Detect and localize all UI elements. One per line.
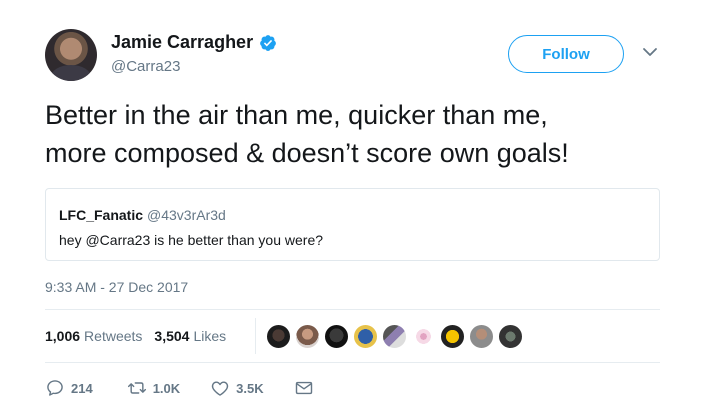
- likes-count[interactable]: 3,504: [154, 328, 189, 344]
- tweet-text-line-1: Better in the air than me, quicker than …: [45, 100, 548, 130]
- reply-count: 214: [71, 380, 93, 396]
- author-name-row: Jamie Carragher: [111, 32, 277, 53]
- quoted-tweet-header: LFC_Fanatic @43v3rAr3d: [59, 207, 226, 223]
- liker-avatar-1[interactable]: [265, 323, 292, 350]
- heart-icon: [211, 381, 229, 396]
- like-count: 3.5K: [236, 380, 264, 396]
- tweet-actions: 214 1.0K 3.5K: [45, 378, 314, 398]
- direct-message-button[interactable]: [294, 378, 314, 398]
- follow-button[interactable]: Follow: [508, 35, 624, 73]
- liker-avatar-5[interactable]: [381, 323, 408, 350]
- tweet-text-line-2: more composed & doesn’t score own goals!: [45, 138, 569, 168]
- reply-icon: [47, 380, 63, 396]
- liker-avatar-6[interactable]: [410, 323, 437, 350]
- divider: [45, 362, 660, 363]
- liker-avatar-8[interactable]: [468, 323, 495, 350]
- liker-avatar-2[interactable]: [294, 323, 321, 350]
- envelope-icon: [295, 381, 312, 395]
- quoted-author-name: LFC_Fanatic: [59, 207, 144, 223]
- author-avatar[interactable]: [45, 29, 97, 81]
- reply-button[interactable]: 214: [45, 378, 93, 398]
- likes-label[interactable]: Likes: [193, 328, 226, 344]
- like-button[interactable]: 3.5K: [210, 378, 264, 398]
- quoted-tweet[interactable]: LFC_Fanatic @43v3rAr3d hey @Carra23 is he…: [45, 188, 660, 261]
- liker-avatars: [265, 323, 524, 350]
- liker-avatar-4[interactable]: [352, 323, 379, 350]
- chevron-down-icon[interactable]: [642, 46, 658, 58]
- author-name[interactable]: Jamie Carragher: [111, 32, 253, 53]
- verified-badge-icon: [260, 34, 276, 51]
- tweet-stats: 1,006 Retweets 3,504 Likes: [45, 328, 226, 344]
- retweets-count[interactable]: 1,006: [45, 328, 80, 344]
- divider: [45, 309, 660, 310]
- tweet-timestamp[interactable]: 9:33 AM - 27 Dec 2017: [45, 279, 188, 295]
- liker-avatar-3[interactable]: [323, 323, 350, 350]
- liker-avatar-7[interactable]: [439, 323, 466, 350]
- retweet-button[interactable]: 1.0K: [127, 378, 180, 398]
- tweet-text: Better in the air than me, quicker than …: [45, 96, 685, 172]
- retweets-label[interactable]: Retweets: [84, 328, 142, 344]
- stats-separator: [255, 318, 256, 354]
- retweet-count: 1.0K: [152, 380, 181, 396]
- quoted-author-handle: @43v3rAr3d: [147, 207, 226, 223]
- liker-avatar-9[interactable]: [497, 323, 524, 350]
- quoted-tweet-text: hey @Carra23 is he better than you were?: [59, 232, 324, 248]
- author-handle[interactable]: @Carra23: [111, 58, 180, 75]
- retweet-icon: [127, 382, 146, 394]
